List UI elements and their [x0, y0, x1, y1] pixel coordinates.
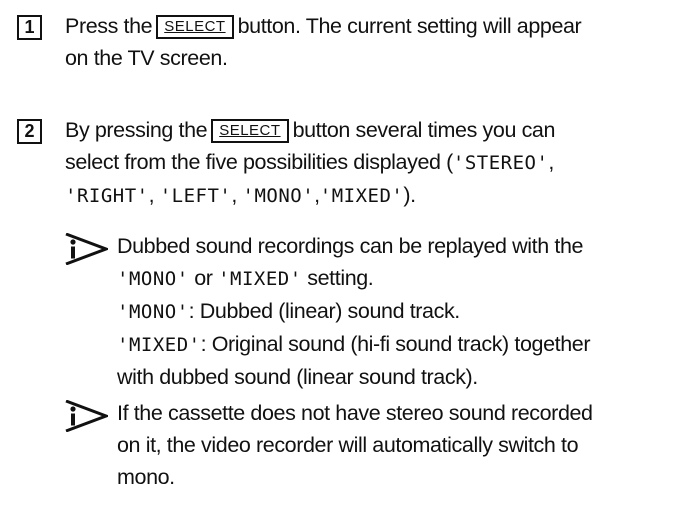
option-left: 'LEFT': [159, 185, 232, 207]
option-mixed: 'MIXED': [218, 268, 302, 290]
option-mono: 'MONO': [242, 185, 315, 207]
option-right: 'RIGHT': [65, 185, 149, 207]
separator: ,: [148, 183, 160, 207]
note-1-text-mid: or: [188, 266, 219, 290]
note-1-line-4: 'MIXED': Original sound (hi-fi sound tra…: [117, 328, 670, 361]
step-2-line-1: By pressing the SELECT button several time…: [65, 114, 670, 146]
step-number-1: 1: [17, 15, 42, 40]
info-arrow-icon: [65, 400, 108, 432]
note-1-line-1: Dubbed sound recordings can be replayed …: [117, 234, 584, 258]
mixed-description: : Original sound (hi-fi sound track) tog…: [200, 332, 591, 356]
step-2: 2 By pressing the SELECT button several ti…: [17, 114, 670, 212]
note-1-line-2: 'MONO' or 'MIXED' setting.: [117, 262, 670, 295]
step-2-text-pre: By pressing the: [65, 118, 208, 142]
note-2-line-3: mono.: [117, 465, 175, 489]
step-2-line-2: select from the five possibilities displ…: [65, 146, 670, 179]
select-key-label: SELECT: [156, 15, 234, 39]
option-mono: 'MONO': [117, 268, 189, 290]
step-1-line-1: Press the SELECT button. The current setti…: [65, 10, 670, 42]
step-2-line-3-end: ).: [403, 183, 416, 207]
note-2-text: If the cassette does not have stereo sou…: [117, 397, 670, 493]
note-1-line-5: with dubbed sound (linear sound track).: [117, 365, 478, 389]
step-2-text: By pressing the SELECT button several time…: [65, 114, 670, 212]
note-1-text-post: setting.: [301, 266, 374, 290]
step-number-2: 2: [17, 119, 42, 144]
step-2-line-3: 'RIGHT', 'LEFT', 'MONO','MIXED').: [65, 179, 670, 212]
step-1-text-post: button. The current setting will appear: [237, 14, 582, 38]
note-2: If the cassette does not have stereo sou…: [64, 397, 670, 493]
info-arrow-icon: [65, 233, 108, 265]
option-mixed: 'MIXED': [319, 185, 404, 207]
separator: ,: [231, 183, 243, 207]
note-1: Dubbed sound recordings can be replayed …: [64, 230, 670, 393]
mono-description: : Dubbed (linear) sound track.: [188, 299, 461, 323]
step-2-line-2-text: select from the five possibilities displ…: [65, 150, 453, 174]
note-2-line-2: on it, the video recorder will automatic…: [117, 433, 579, 457]
option-mono: 'MONO': [117, 301, 189, 323]
note-1-text: Dubbed sound recordings can be replayed …: [117, 230, 670, 393]
step-1-text: Press the SELECT button. The current setti…: [65, 10, 670, 74]
note-1-line-3: 'MONO': Dubbed (linear) sound track.: [117, 295, 670, 328]
option-mixed: 'MIXED': [117, 334, 201, 356]
step-1-line-2: on the TV screen.: [65, 46, 228, 70]
select-key-label: SELECT: [211, 119, 289, 143]
step-1: 1 Press the SELECT button. The current set…: [17, 10, 670, 74]
step-2-text-post: button several times you can: [292, 118, 556, 142]
note-2-line-1: If the cassette does not have stereo sou…: [117, 401, 593, 425]
option-stereo: 'STEREO': [452, 152, 549, 174]
step-1-text-pre: Press the: [65, 14, 153, 38]
manual-page: 1 Press the SELECT button. The current set…: [0, 0, 680, 518]
separator: ,: [548, 150, 554, 174]
